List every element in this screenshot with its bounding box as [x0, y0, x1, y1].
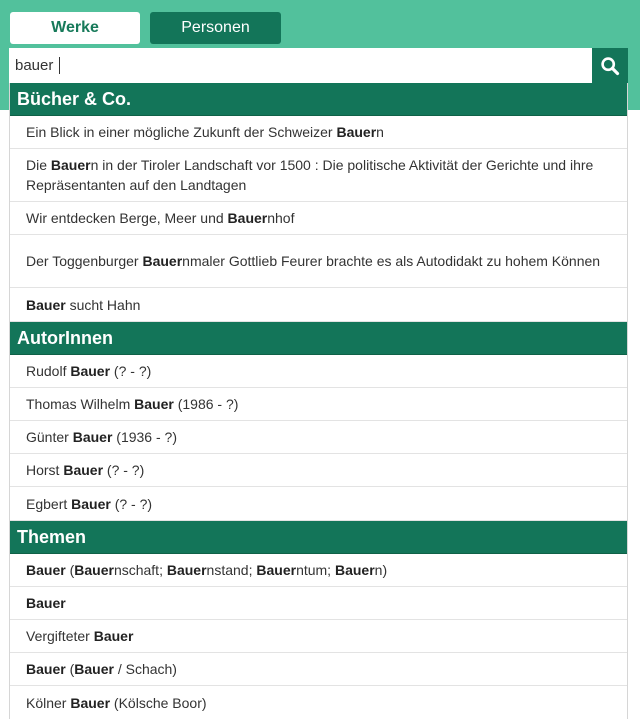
item-text: Horst Bauer (? - ?) — [26, 462, 145, 478]
list-item[interactable]: Wir entdecken Berge, Meer und Bauernhof — [10, 202, 627, 235]
item-text: Die Bauern in der Tiroler Landschaft vor… — [26, 157, 594, 193]
item-text: Ein Blick in einer mögliche Zukunft der … — [26, 124, 384, 140]
list-item[interactable]: Rudolf Bauer (? - ?) — [10, 355, 627, 388]
item-text: Bauer (Bauer / Schach) — [26, 661, 177, 677]
item-text: Wir entdecken Berge, Meer und Bauernhof — [26, 210, 295, 226]
text-caret — [59, 57, 60, 74]
search-button[interactable] — [592, 48, 628, 83]
list-item[interactable]: Thomas Wilhelm Bauer (1986 - ?) — [10, 388, 627, 421]
autocomplete-dropdown: Bücher & Co. Ein Blick in einer mögliche… — [9, 83, 628, 719]
item-text: Bauer (Bauernschaft; Bauernstand; Bauern… — [26, 562, 388, 578]
list-item[interactable]: Bauer (Bauer / Schach) — [10, 653, 627, 686]
item-text: Vergifteter Bauer — [26, 628, 134, 644]
item-text: Thomas Wilhelm Bauer (1986 - ?) — [26, 396, 239, 412]
list-item[interactable]: Ein Blick in einer mögliche Zukunft der … — [10, 116, 627, 149]
list-item[interactable]: Der Toggenburger Bauernmaler Gottlieb Fe… — [10, 235, 627, 288]
list-item[interactable]: Bauer (Bauernschaft; Bauernstand; Bauern… — [10, 554, 627, 587]
list-item[interactable]: Die Bauern in der Tiroler Landschaft vor… — [10, 149, 627, 202]
item-text: Günter Bauer (1936 - ?) — [26, 429, 177, 445]
search-input[interactable] — [9, 48, 592, 83]
item-text: Rudolf Bauer (? - ?) — [26, 363, 152, 379]
search-icon — [601, 56, 620, 75]
list-item[interactable]: Vergifteter Bauer — [10, 620, 627, 653]
list-item[interactable]: Egbert Bauer (? - ?) — [10, 487, 627, 521]
section-header-buecher: Bücher & Co. — [10, 83, 627, 116]
item-text: Kölner Bauer (Kölsche Boor) — [26, 694, 207, 711]
search-bar — [9, 48, 628, 83]
tab-personen[interactable]: Personen — [150, 12, 281, 44]
list-item[interactable]: Horst Bauer (? - ?) — [10, 454, 627, 487]
item-text: Bauer sucht Hahn — [26, 296, 141, 313]
list-item[interactable]: Kölner Bauer (Kölsche Boor) — [10, 686, 627, 719]
item-text: Der Toggenburger Bauernmaler Gottlieb Fe… — [26, 253, 601, 269]
list-item[interactable]: Bauer sucht Hahn — [10, 288, 627, 322]
list-item[interactable]: Bauer — [10, 587, 627, 620]
section-header-themen: Themen — [10, 521, 627, 554]
list-item[interactable]: Günter Bauer (1936 - ?) — [10, 421, 627, 454]
item-text: Egbert Bauer (? - ?) — [26, 495, 153, 512]
tab-werke[interactable]: Werke — [10, 12, 140, 44]
section-header-autoren: AutorInnen — [10, 322, 627, 355]
item-text: Bauer — [26, 595, 66, 611]
